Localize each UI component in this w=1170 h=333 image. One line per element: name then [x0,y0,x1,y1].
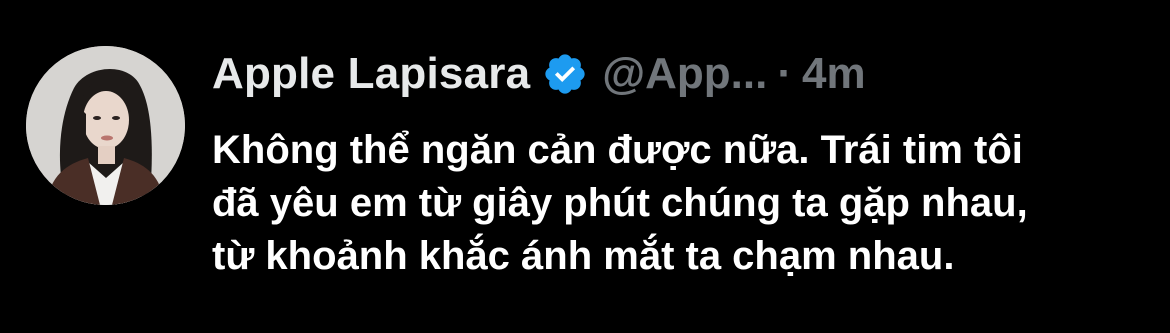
header-separator: · [777,49,792,98]
tweet-header: Apple Lapisara @App... · 4m [212,46,866,102]
tweet[interactable]: Apple Lapisara @App... · 4m Không thể ng… [0,0,1170,333]
display-name[interactable]: Apple Lapisara [212,49,530,99]
avatar[interactable] [26,46,185,205]
verified-badge-icon[interactable] [542,51,588,97]
timestamp[interactable]: 4m [802,49,866,99]
user-handle[interactable]: @App... [602,49,767,99]
tweet-text: Không thể ngăn cản được nữa. Trái tim tô… [212,128,1028,278]
